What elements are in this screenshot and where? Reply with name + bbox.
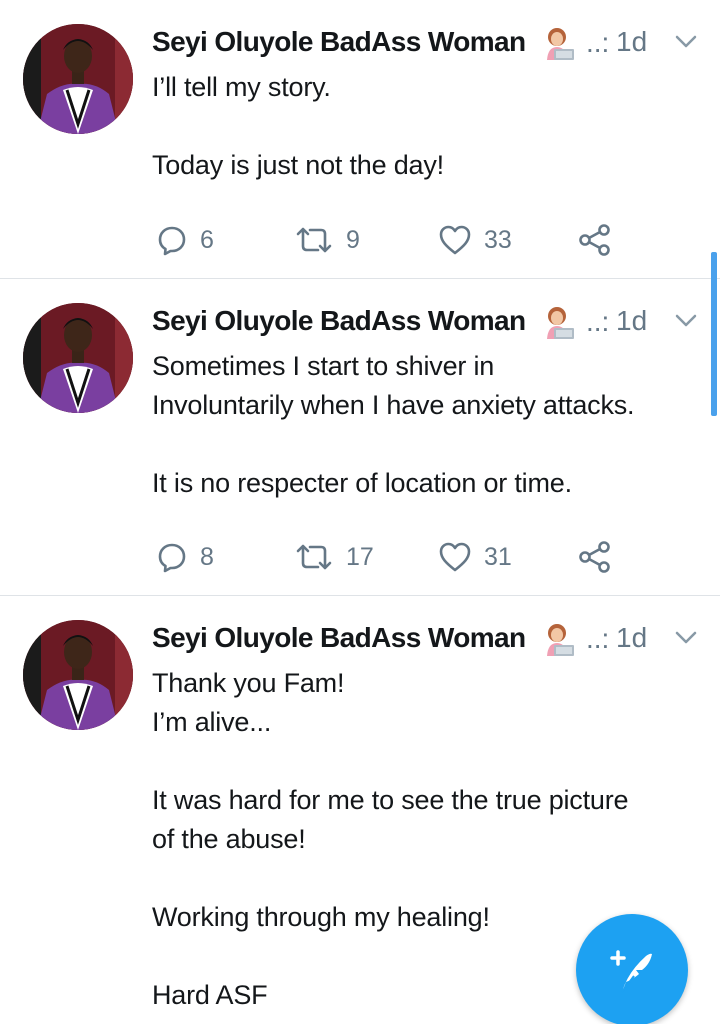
tweet-header: Seyi Oluyole BadAss Woman ..: 1d: [152, 620, 712, 660]
chevron-down-icon[interactable]: [674, 34, 698, 50]
avatar[interactable]: [23, 303, 133, 413]
tweet-line: I’m alive...: [152, 707, 272, 737]
tweet-timestamp[interactable]: 1d: [616, 622, 647, 654]
woman-technologist-emoji: [547, 624, 574, 656]
tweet[interactable]: Seyi Oluyole BadAss Woman ..: 1d Sometim…: [0, 279, 720, 595]
reply-count: 6: [200, 225, 214, 254]
tweet-actions: 6 9 33: [152, 220, 632, 260]
share-icon: [579, 224, 610, 256]
compose-tweet-icon: [610, 950, 652, 993]
tweet-text: I’ll tell my story. Today is just not th…: [152, 68, 712, 185]
reply-count: 8: [200, 542, 214, 571]
retweet-icon: [296, 544, 332, 570]
tweet-line: Today is just not the day!: [152, 150, 444, 180]
scrollbar[interactable]: [711, 252, 717, 416]
tweet-line: of the abuse!: [152, 824, 306, 854]
reply-button[interactable]: 6: [156, 220, 214, 260]
tweet-timestamp[interactable]: 1d: [616, 26, 647, 58]
tweet-header: Seyi Oluyole BadAss Woman ..: 1d: [152, 303, 712, 343]
avatar[interactable]: [23, 620, 133, 730]
like-button[interactable]: 33: [438, 220, 512, 260]
compose-tweet-button[interactable]: [576, 914, 688, 1024]
reply-icon: [158, 543, 186, 573]
tweet-line: Thank you Fam!: [152, 668, 345, 698]
woman-technologist-emoji: [547, 307, 574, 339]
chevron-down-icon[interactable]: [674, 313, 698, 329]
tweet-actions: 8 17 31: [152, 537, 632, 577]
tweet-line: It was hard for me to see the true pictu…: [152, 785, 629, 815]
truncation-marker: ..:: [586, 623, 610, 654]
reply-button[interactable]: 8: [156, 537, 214, 577]
tweet-text: Sometimes I start to shiver in Involunta…: [152, 347, 712, 503]
tweet-timestamp[interactable]: 1d: [616, 305, 647, 337]
like-count: 31: [484, 542, 512, 571]
author-name[interactable]: Seyi Oluyole BadAss Woman: [152, 622, 526, 654]
tweet[interactable]: Seyi Oluyole BadAss Woman ..: 1d I’ll te…: [0, 0, 720, 278]
retweet-button[interactable]: 17: [294, 537, 374, 577]
share-button[interactable]: [578, 537, 612, 577]
author-name[interactable]: Seyi Oluyole BadAss Woman: [152, 305, 526, 337]
tweet-line: I’ll tell my story.: [152, 72, 331, 102]
like-count: 33: [484, 225, 512, 254]
retweet-count: 17: [346, 542, 374, 571]
tweet-line: It is no respecter of location or time.: [152, 468, 572, 498]
tweet-line: Involuntarily when I have anxiety attack…: [152, 390, 635, 420]
retweet-icon: [296, 227, 332, 253]
truncation-marker: ..:: [586, 306, 610, 337]
truncation-marker: ..:: [586, 27, 610, 58]
heart-icon: [439, 225, 471, 255]
tweet-line: Sometimes I start to shiver in: [152, 351, 495, 381]
share-icon: [579, 541, 610, 573]
chevron-down-icon[interactable]: [674, 630, 698, 646]
timeline-feed[interactable]: Seyi Oluyole BadAss Woman ..: 1d I’ll te…: [0, 0, 720, 1024]
tweet-header: Seyi Oluyole BadAss Woman ..: 1d: [152, 24, 712, 64]
retweet-button[interactable]: 9: [294, 220, 360, 260]
reply-icon: [158, 226, 186, 256]
author-name[interactable]: Seyi Oluyole BadAss Woman: [152, 26, 526, 58]
retweet-count: 9: [346, 225, 360, 254]
avatar[interactable]: [23, 24, 133, 134]
heart-icon: [439, 542, 471, 572]
like-button[interactable]: 31: [438, 537, 512, 577]
share-button[interactable]: [578, 220, 612, 260]
woman-technologist-emoji: [547, 28, 574, 60]
